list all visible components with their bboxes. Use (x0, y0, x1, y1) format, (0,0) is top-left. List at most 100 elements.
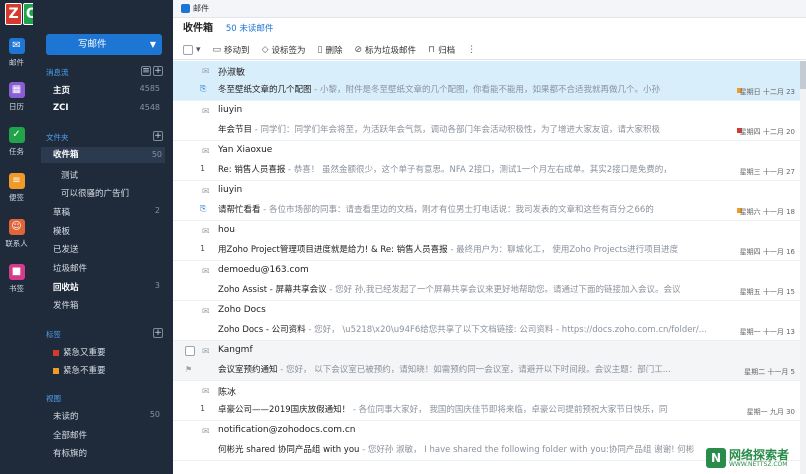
folder-label: 垃圾邮件 (53, 264, 88, 274)
view-count: 50 (149, 410, 160, 419)
checkbox-icon (183, 44, 193, 55)
main-panel: 邮件 收件箱 50 未读邮件 ▾ ▭ 移动到 ◇ 设标签为 ▯ 删除 ⊘ 标为垃圾邮件 … (173, 0, 806, 474)
unread-count-link[interactable]: 50 未读邮件 (226, 24, 274, 34)
toolbar-label: 删除 (325, 45, 343, 56)
envelope-icon: ✉ (202, 227, 210, 237)
view-label: 全部邮件 (53, 431, 88, 441)
delete-button[interactable]: ▯ 删除 (318, 44, 343, 56)
compose-button[interactable]: 写邮件 ▼ (46, 34, 162, 55)
add-stream-icon[interactable]: + (153, 66, 163, 76)
scrollbar[interactable] (800, 61, 806, 474)
stream-count: 4585 (139, 84, 160, 93)
filter-icon[interactable]: ≡ (141, 66, 151, 76)
email-preview: - 恭喜！ 虽然金额很少，这个单子有意思。NFA 2接口，测试1一个月左右成单。… (285, 165, 672, 175)
flag-icon[interactable]: ⚑ (185, 365, 192, 374)
rail-item-bookmarks[interactable]: ■ 书签 (0, 264, 33, 294)
scrollbar-thumb[interactable] (800, 61, 806, 89)
folder-item-inbox[interactable]: 收件箱 50 (41, 147, 165, 163)
add-folder-icon[interactable]: + (153, 131, 163, 141)
email-subject-line: 何彬光 shared 协同产品组 with you - 您好孙 淑敏， I ha… (218, 443, 706, 455)
select-all-checkbox[interactable]: ▾ (183, 44, 201, 55)
mark-spam-button[interactable]: ⊘ 标为垃圾邮件 (354, 44, 416, 56)
folder-count: 3 (154, 281, 160, 290)
view-item-unread[interactable]: 未读的 50 (53, 410, 163, 422)
view-item-all[interactable]: 全部邮件 (53, 429, 163, 441)
rail-item-contacts[interactable]: ☺ 联系人 (0, 219, 33, 249)
attachment-icon: ⎘ (200, 204, 207, 213)
folders-section-title: 文件夹 (46, 133, 69, 142)
email-subject: 年会节目 (218, 125, 253, 135)
email-date: 星期一 九月 30 (746, 408, 795, 416)
tag-item-urgent-important[interactable]: 紧急又重要 (53, 346, 163, 358)
folder-item-sent[interactable]: 已发送 (53, 243, 163, 255)
email-row[interactable]: ✉ 陈冰 1 卓豪公司——2019国庆放假通知！ - 各位同事大家好， 我国的国庆佳节… (173, 381, 800, 421)
envelope-icon: ✉ (202, 307, 210, 317)
rail-item-notes[interactable]: ≡ 便签 (0, 173, 33, 203)
view-label: 未读的 (53, 412, 79, 422)
email-from: notification@zohodocs.com.cn (218, 425, 356, 435)
email-preview: - 同学们：同学们年会将至，为活跃年会气氛，调动各部门年会活动积极性，为了增进大… (252, 125, 660, 135)
chevron-down-icon: ▾ (196, 44, 201, 55)
email-date: 星期二 十一月 5 (744, 368, 795, 376)
email-from: 孙淑敏 (218, 68, 246, 78)
bookmark-icon: ■ (8, 264, 25, 280)
rail-label: 任务 (9, 147, 24, 156)
trash-icon: ▯ (317, 44, 323, 55)
email-date: 星期一 十一月 13 (739, 328, 795, 336)
attachment-icon: ⎘ (200, 84, 207, 93)
email-from: liuyin (218, 105, 243, 115)
rail-item-calendar[interactable]: ▦ 日历 (0, 82, 33, 112)
folder-item-templates[interactable]: 模板 (53, 225, 163, 237)
archive-button[interactable]: ⊓ 归档 (428, 44, 455, 56)
toolbar: ▾ ▭ 移动到 ◇ 设标签为 ▯ 删除 ⊘ 标为垃圾邮件 ⊓ 归档 ⋮ (173, 40, 806, 60)
folder-item-trash[interactable]: 回收站 3 (53, 281, 163, 293)
tag-icon: ◇ (261, 44, 269, 55)
toolbar-label: 归档 (438, 45, 456, 56)
email-row[interactable]: ✉ Zoho Docs Zoho Docs - 公司资料 - 您好， \u5218\… (173, 301, 800, 341)
tab-mail[interactable]: 邮件 (181, 3, 209, 14)
tag-label: 紧急又重要 (63, 348, 106, 358)
folder-item-ads[interactable]: 可以很骚的广告们 (61, 187, 161, 199)
tag-item-urgent-not-important[interactable]: 紧急不重要 (53, 364, 163, 376)
email-preview: - 您好 孙,我已经发起了一个屏幕共享会议来更好地帮助您。请通过下面的链接加入会… (326, 285, 681, 295)
rail-item-mail[interactable]: ✉ 邮件 (0, 38, 33, 68)
email-subject: 卓豪公司——2019国庆放假通知！ (218, 405, 351, 415)
more-options-button[interactable]: ⋮ (467, 45, 476, 55)
email-row[interactable]: ✉ demoedu@163.com Zoho Assist - 屏幕共享会议 - 您… (173, 261, 800, 301)
mail-tab-icon (181, 4, 190, 13)
email-row[interactable]: ✉ Yan Xiaoxue 1 Re: 销售人员喜报 - 恭喜！ 虽然金额很少，这个单… (173, 141, 800, 181)
email-row[interactable]: ✉ liuyin 年会节目 - 同学们：同学们年会将至，为活跃年会气氛，调动各部门年… (173, 101, 800, 141)
tag-label: 紧急不重要 (63, 366, 106, 376)
email-subject: Zoho Assist - 屏幕共享会议 (218, 285, 327, 295)
stream-item-zci[interactable]: ZCI 4548 (53, 103, 163, 113)
email-row[interactable]: ⚑ ✉ Kangmf 会议室预约通知 - 您好， 以下会议室已被预约，请知晓！如需预约… (173, 341, 800, 381)
folder-label: 回收站 (53, 283, 79, 293)
email-preview: - 各位市场部的同事：请查看里边的文档，刚才有位男士打电话说：我司发表的文章和这… (260, 205, 654, 215)
folder-titlebar: 收件箱 50 未读邮件 (183, 19, 273, 39)
stream-item-home[interactable]: 主页 4585 (53, 84, 163, 96)
chevron-down-icon[interactable]: ▼ (150, 34, 156, 55)
envelope-icon: ✉ (202, 187, 210, 197)
rail-label: 联系人 (5, 239, 28, 248)
folder-item-outbox[interactable]: 发件箱 (53, 299, 163, 311)
envelope-icon: ✉ (202, 267, 210, 277)
row-checkbox[interactable] (185, 346, 195, 356)
folder-panel: 写邮件 ▼ 消息流 ≡ + 主页 4585 ZCI 4548 文件夹 + 收件箱 50… (33, 0, 173, 474)
move-to-button[interactable]: ▭ 移动到 (213, 44, 250, 56)
set-tag-button[interactable]: ◇ 设标签为 (262, 44, 306, 56)
email-row[interactable]: ✉ hou 1 用Zoho Project管理项目进度就是给力! & Re: 销售人员… (173, 221, 800, 261)
logo-letter-z: Z (5, 3, 23, 25)
folder-item-spam[interactable]: 垃圾邮件 (53, 262, 163, 274)
folder-item-test[interactable]: 测试 (61, 169, 161, 181)
view-item-flagged[interactable]: 有标旗的 (53, 447, 163, 459)
folder-label: 模板 (53, 227, 71, 237)
tag-color-icon (53, 349, 59, 356)
email-from: Kangmf (218, 345, 253, 355)
folder-item-drafts[interactable]: 草稿 2 (53, 206, 163, 218)
add-tag-icon[interactable]: + (153, 328, 163, 338)
email-row[interactable]: ✉ liuyin ⎘ 请帮忙看看 - 各位市场部的同事：请查看里边的文档，刚才有位男士… (173, 181, 800, 221)
email-subject-line: 会议室预约通知 - 您好， 以下会议室已被预约，请知晓！如需预约同一会议室，请避… (218, 363, 706, 375)
rail-item-tasks[interactable]: ✓ 任务 (0, 127, 33, 157)
email-subject: 会议室预约通知 (218, 365, 278, 375)
email-row[interactable]: ✉ 孙淑敏 ⎘ 冬至壁纸文章的几个配图 - 小黎，附件是冬至壁纸文章的几个配图，你看能… (173, 61, 800, 101)
